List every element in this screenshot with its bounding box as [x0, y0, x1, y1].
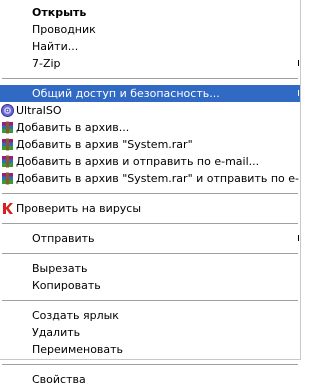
menu-item-create-shortcut[interactable]: Создать ярлык [0, 307, 300, 324]
menu-item-label: 7-Zip [32, 57, 61, 70]
submenu-arrow-icon [295, 55, 299, 72]
menu-item-explorer[interactable]: Проводник [0, 21, 300, 38]
menu-item-label: Свойства [32, 373, 86, 386]
menu-item-label: UltraISO [16, 104, 62, 117]
menu-separator [2, 78, 298, 79]
menu-item-label: Копировать [32, 279, 101, 292]
menu-item-rename[interactable]: Переименовать [0, 341, 300, 358]
menu-item-label: Общий доступ и безопасность... [32, 87, 220, 100]
menu-item-label: Добавить в архив и отправить по e-mail..… [16, 155, 260, 168]
winrar-icon [1, 172, 14, 185]
menu-separator [2, 253, 298, 254]
winrar-icon [1, 121, 14, 134]
menu-item-7zip[interactable]: 7-Zip [0, 55, 300, 72]
menu-item-add-to-archive[interactable]: Добавить в архив... [0, 119, 300, 136]
winrar-icon [1, 138, 14, 151]
menu-item-label: Добавить в архив "System.rar" и отправит… [16, 172, 300, 185]
menu-separator [2, 364, 298, 365]
menu-item-send-to[interactable]: Отправить [0, 230, 300, 247]
submenu-arrow-icon [295, 230, 299, 247]
submenu-arrow-icon [295, 85, 299, 102]
menu-separator [2, 223, 298, 224]
menu-item-label: Удалить [32, 326, 81, 339]
menu-item-label: Проверить на вирусы [16, 202, 142, 215]
menu-item-label: Вырезать [32, 262, 88, 275]
menu-separator [2, 193, 298, 194]
menu-item-open[interactable]: Открыть [0, 4, 300, 21]
menu-item-delete[interactable]: Удалить [0, 324, 300, 341]
winrar-icon [1, 155, 14, 168]
menu-item-properties[interactable]: Свойства [0, 371, 300, 388]
context-menu: Открыть Проводник Найти... 7-Zip Общий д… [0, 0, 301, 386]
menu-item-scan-viruses[interactable]: Проверить на вирусы [0, 200, 300, 217]
menu-item-add-and-email[interactable]: Добавить в архив и отправить по e-mail..… [0, 153, 300, 170]
menu-item-cut[interactable]: Вырезать [0, 260, 300, 277]
menu-item-ultraiso[interactable]: UltraISO [0, 102, 300, 119]
menu-item-label: Создать ярлык [32, 309, 119, 322]
menu-item-label: Найти... [32, 40, 79, 53]
kaspersky-icon [1, 202, 14, 215]
menu-item-sharing-security[interactable]: Общий доступ и безопасность... [0, 85, 300, 102]
menu-item-label: Переименовать [32, 343, 124, 356]
menu-separator [2, 300, 298, 301]
menu-item-copy[interactable]: Копировать [0, 277, 300, 294]
menu-item-label: Проводник [32, 23, 96, 36]
menu-item-add-to-system-rar[interactable]: Добавить в архив "System.rar" [0, 136, 300, 153]
menu-item-label: Открыть [32, 6, 87, 19]
menu-item-find[interactable]: Найти... [0, 38, 300, 55]
menu-item-add-system-rar-and-email[interactable]: Добавить в архив "System.rar" и отправит… [0, 170, 300, 187]
ultraiso-icon [1, 104, 14, 117]
menu-item-label: Отправить [32, 232, 95, 245]
menu-item-label: Добавить в архив... [16, 121, 130, 134]
menu-item-label: Добавить в архив "System.rar" [16, 138, 193, 151]
